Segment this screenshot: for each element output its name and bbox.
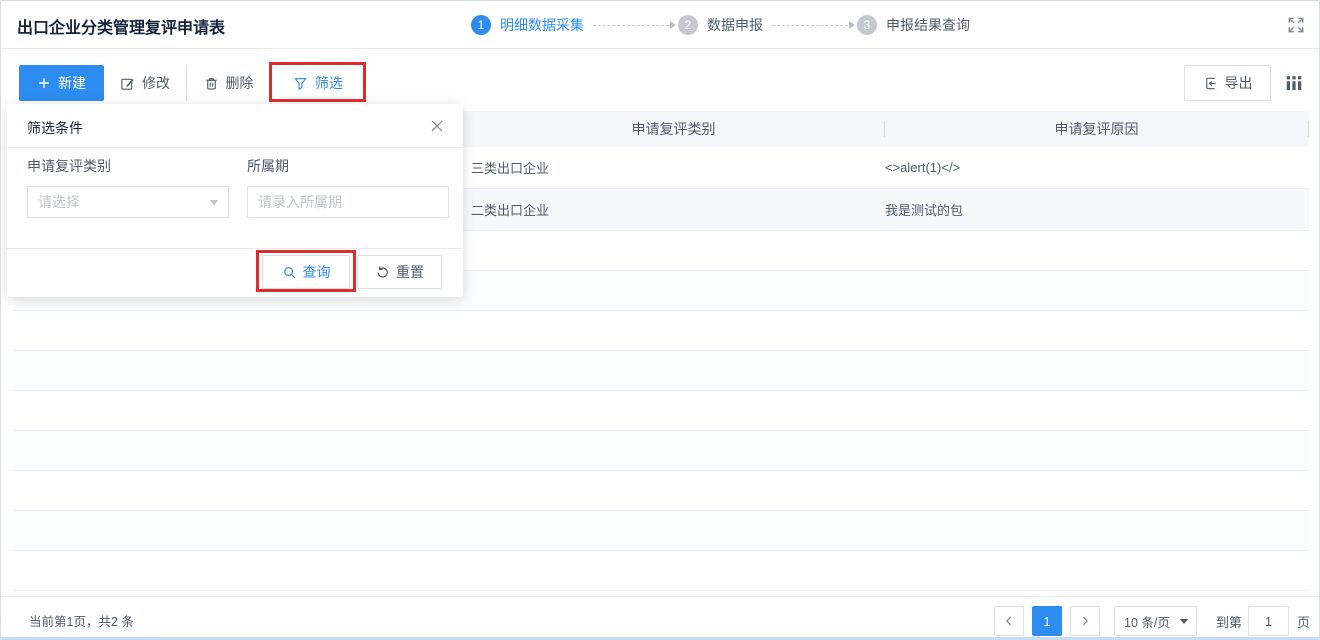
page-summary: 当前第1页，共2 条 (29, 615, 134, 629)
filter-icon (293, 76, 308, 91)
table-row-empty (13, 311, 1309, 351)
category-select-placeholder: 请选择 (38, 194, 80, 210)
new-button[interactable]: 新建 (19, 65, 104, 101)
filter-button-label: 筛选 (315, 75, 343, 91)
period-field-label: 所属期 (247, 158, 289, 174)
export-button-label: 导出 (1224, 75, 1253, 91)
table-row-empty (13, 431, 1309, 471)
reset-button[interactable]: 重置 (357, 255, 442, 289)
table-row-empty (13, 391, 1309, 431)
page-size-value: 10 条/页 (1124, 615, 1170, 630)
column-divider (884, 121, 885, 137)
export-button[interactable]: 导出 (1184, 65, 1271, 101)
goto-page-prefix: 到第 (1216, 615, 1243, 630)
table-row-empty (13, 551, 1309, 591)
export-icon (1203, 76, 1218, 91)
filter-button[interactable]: 筛选 (271, 65, 365, 101)
fullscreen-icon[interactable] (1287, 16, 1305, 34)
step-1-label: 明细数据采集 (500, 17, 584, 33)
category-select[interactable]: 请选择 (27, 186, 229, 218)
column-settings-icon[interactable] (1284, 73, 1306, 93)
app-window: 出口企业分类管理复评申请表 1 明细数据采集 2 数据申报 3 申报结果查询 新… (0, 0, 1320, 640)
edit-button[interactable]: 修改 (104, 65, 187, 101)
current-page-button[interactable]: 1 (1032, 606, 1062, 636)
reset-icon (375, 265, 390, 280)
header-bar: 出口企业分类管理复评申请表 1 明细数据采集 2 数据申报 3 申报结果查询 (1, 1, 1319, 49)
prev-page-button[interactable] (994, 606, 1024, 636)
table-row-empty (13, 471, 1309, 511)
filter-panel-footer: 查询 重置 (7, 248, 463, 297)
table-row-empty (13, 511, 1309, 551)
query-button[interactable]: 查询 (262, 255, 350, 289)
delete-button-label: 删除 (225, 75, 254, 91)
stepper: 1 明细数据采集 2 数据申报 3 申报结果查询 (471, 1, 970, 49)
edit-button-label: 修改 (142, 75, 170, 91)
cell-category: 二类出口企业 (471, 203, 550, 218)
search-icon (282, 265, 297, 280)
step-3-circle: 3 (857, 15, 877, 35)
chevron-down-icon (210, 200, 218, 210)
cell-category: 三类出口企业 (471, 161, 550, 176)
column-divider (1308, 121, 1309, 137)
step-connector (593, 21, 676, 29)
category-field-label: 申请复评类别 (27, 158, 111, 174)
step-3-label: 申报结果查询 (886, 17, 970, 33)
cell-reason: 我是测试的包 (885, 203, 964, 218)
step-3: 3 申报结果查询 (857, 15, 970, 35)
filter-panel-title: 筛选条件 (27, 120, 83, 136)
filter-panel-header: 筛选条件 (7, 104, 463, 148)
plus-icon (37, 76, 51, 90)
step-connector (772, 21, 855, 29)
column-header-reason: 申请复评原因 (1054, 121, 1139, 137)
step-2-label: 数据申报 (707, 17, 763, 33)
new-button-label: 新建 (58, 75, 86, 91)
close-icon[interactable] (429, 118, 445, 134)
goto-page-input[interactable] (1248, 606, 1289, 636)
footer-bar: 当前第1页，共2 条 1 10 条/页 到第 页 (1, 596, 1319, 640)
goto-page-suffix: 页 (1297, 615, 1311, 630)
period-input[interactable] (247, 186, 449, 218)
trash-icon (204, 76, 219, 91)
chevron-down-icon (1180, 619, 1188, 628)
step-2: 2 数据申报 (678, 15, 763, 35)
column-header-category: 申请复评类别 (631, 121, 716, 137)
cell-reason: <>alert(1)</> (885, 160, 961, 175)
toolbar-button-group: 修改 删除 筛选 (104, 65, 365, 101)
step-2-circle: 2 (678, 15, 698, 35)
filter-panel: 筛选条件 申请复评类别 所属期 请选择 查询 (7, 104, 463, 297)
table-row-empty (13, 351, 1309, 391)
step-1: 1 明细数据采集 (471, 15, 584, 35)
step-1-circle: 1 (471, 15, 491, 35)
page-size-select[interactable]: 10 条/页 (1114, 606, 1197, 636)
edit-icon (120, 76, 135, 91)
next-page-button[interactable] (1070, 606, 1100, 636)
delete-button[interactable]: 删除 (187, 65, 271, 101)
reset-button-label: 重置 (396, 264, 424, 280)
page-title: 出口企业分类管理复评申请表 (17, 20, 226, 37)
query-button-label: 查询 (302, 264, 331, 280)
